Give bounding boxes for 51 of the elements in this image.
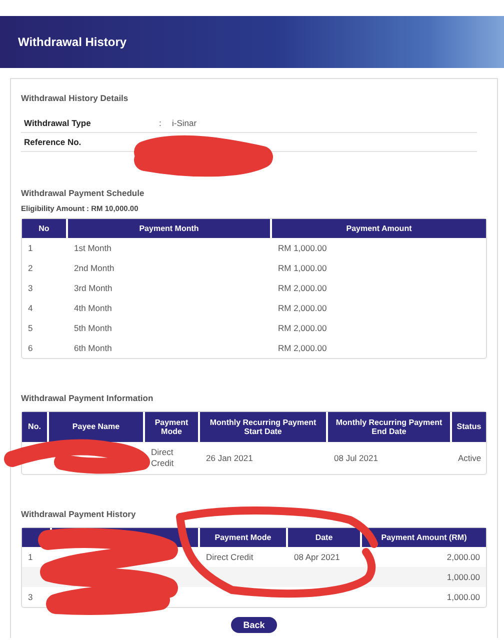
- page-title: Withdrawal History: [18, 35, 127, 49]
- table-cell: 1,000.00: [446, 592, 480, 602]
- table-cell: Direct Credit: [206, 552, 254, 562]
- table-cell: 5: [28, 323, 33, 333]
- column-header: Payment Month: [68, 219, 272, 238]
- column-header: Payment Mode: [145, 412, 200, 442]
- column-header: Payment Amount: [345, 222, 413, 235]
- column-header: Payee Name: [49, 412, 145, 442]
- table-cell: RM 2,000.00: [278, 343, 327, 353]
- field-label: Withdrawal Type: [24, 118, 92, 128]
- table-cell: 08 Jul 2021: [334, 453, 378, 463]
- table-cell: 2: [28, 263, 33, 273]
- table-cell: 5th Month: [74, 323, 112, 333]
- table-cell: 08 Apr 2021: [294, 552, 340, 562]
- column-header: No.: [22, 412, 49, 442]
- table-cell: Active: [458, 453, 482, 463]
- section-title: Withdrawal Payment Information: [21, 393, 154, 403]
- table-cell: 6: [28, 343, 33, 353]
- table-cell: RM 1,000.00: [278, 263, 327, 273]
- table-cell: RM 1,000.00: [278, 243, 327, 253]
- table-cell: RM 2,000.00: [278, 323, 327, 333]
- table-cell: RM 2,000.00: [278, 283, 327, 293]
- column-header: Payment Mode: [214, 532, 272, 542]
- column-header: Date: [315, 532, 333, 542]
- table-cell: RM 2,000.00: [278, 303, 327, 313]
- table-cell: 3: [28, 283, 33, 293]
- table-cell: 2,000.00: [446, 552, 480, 562]
- column-header: Payment Amount (RM): [381, 532, 467, 542]
- table-cell: 3: [28, 592, 33, 602]
- table-cell-text: Direct Credit: [151, 447, 175, 469]
- section-title: Withdrawal Payment History: [21, 509, 137, 519]
- field-label: Reference No.: [24, 137, 82, 147]
- table-cell: 26 Jan 2021: [206, 453, 253, 463]
- section-title: Withdrawal Payment Schedule: [21, 188, 146, 198]
- table-cell: 1st Month: [74, 243, 112, 253]
- column-header: Status: [456, 421, 482, 434]
- back-button[interactable]: Back: [231, 617, 277, 633]
- column-header: Monthly Recurring Payment End Date: [328, 412, 452, 442]
- column-header: Monthly Recurring Payment Start Date: [200, 412, 328, 442]
- table-cell: 4th Month: [74, 303, 112, 313]
- table-cell: 3rd Month: [74, 283, 112, 293]
- table-cell: 1: [28, 552, 33, 562]
- separator: :: [159, 118, 162, 128]
- column-header: No: [22, 219, 68, 238]
- section-title: Withdrawal History Details: [21, 93, 130, 103]
- table-cell: 6th Month: [74, 343, 112, 353]
- table-cell: 4: [28, 303, 33, 313]
- field-value: i-Sinar: [172, 118, 197, 128]
- table-cell: 1: [28, 243, 33, 253]
- table-cell: 1,000.00: [446, 572, 480, 582]
- table-cell: 2nd Month: [74, 263, 114, 273]
